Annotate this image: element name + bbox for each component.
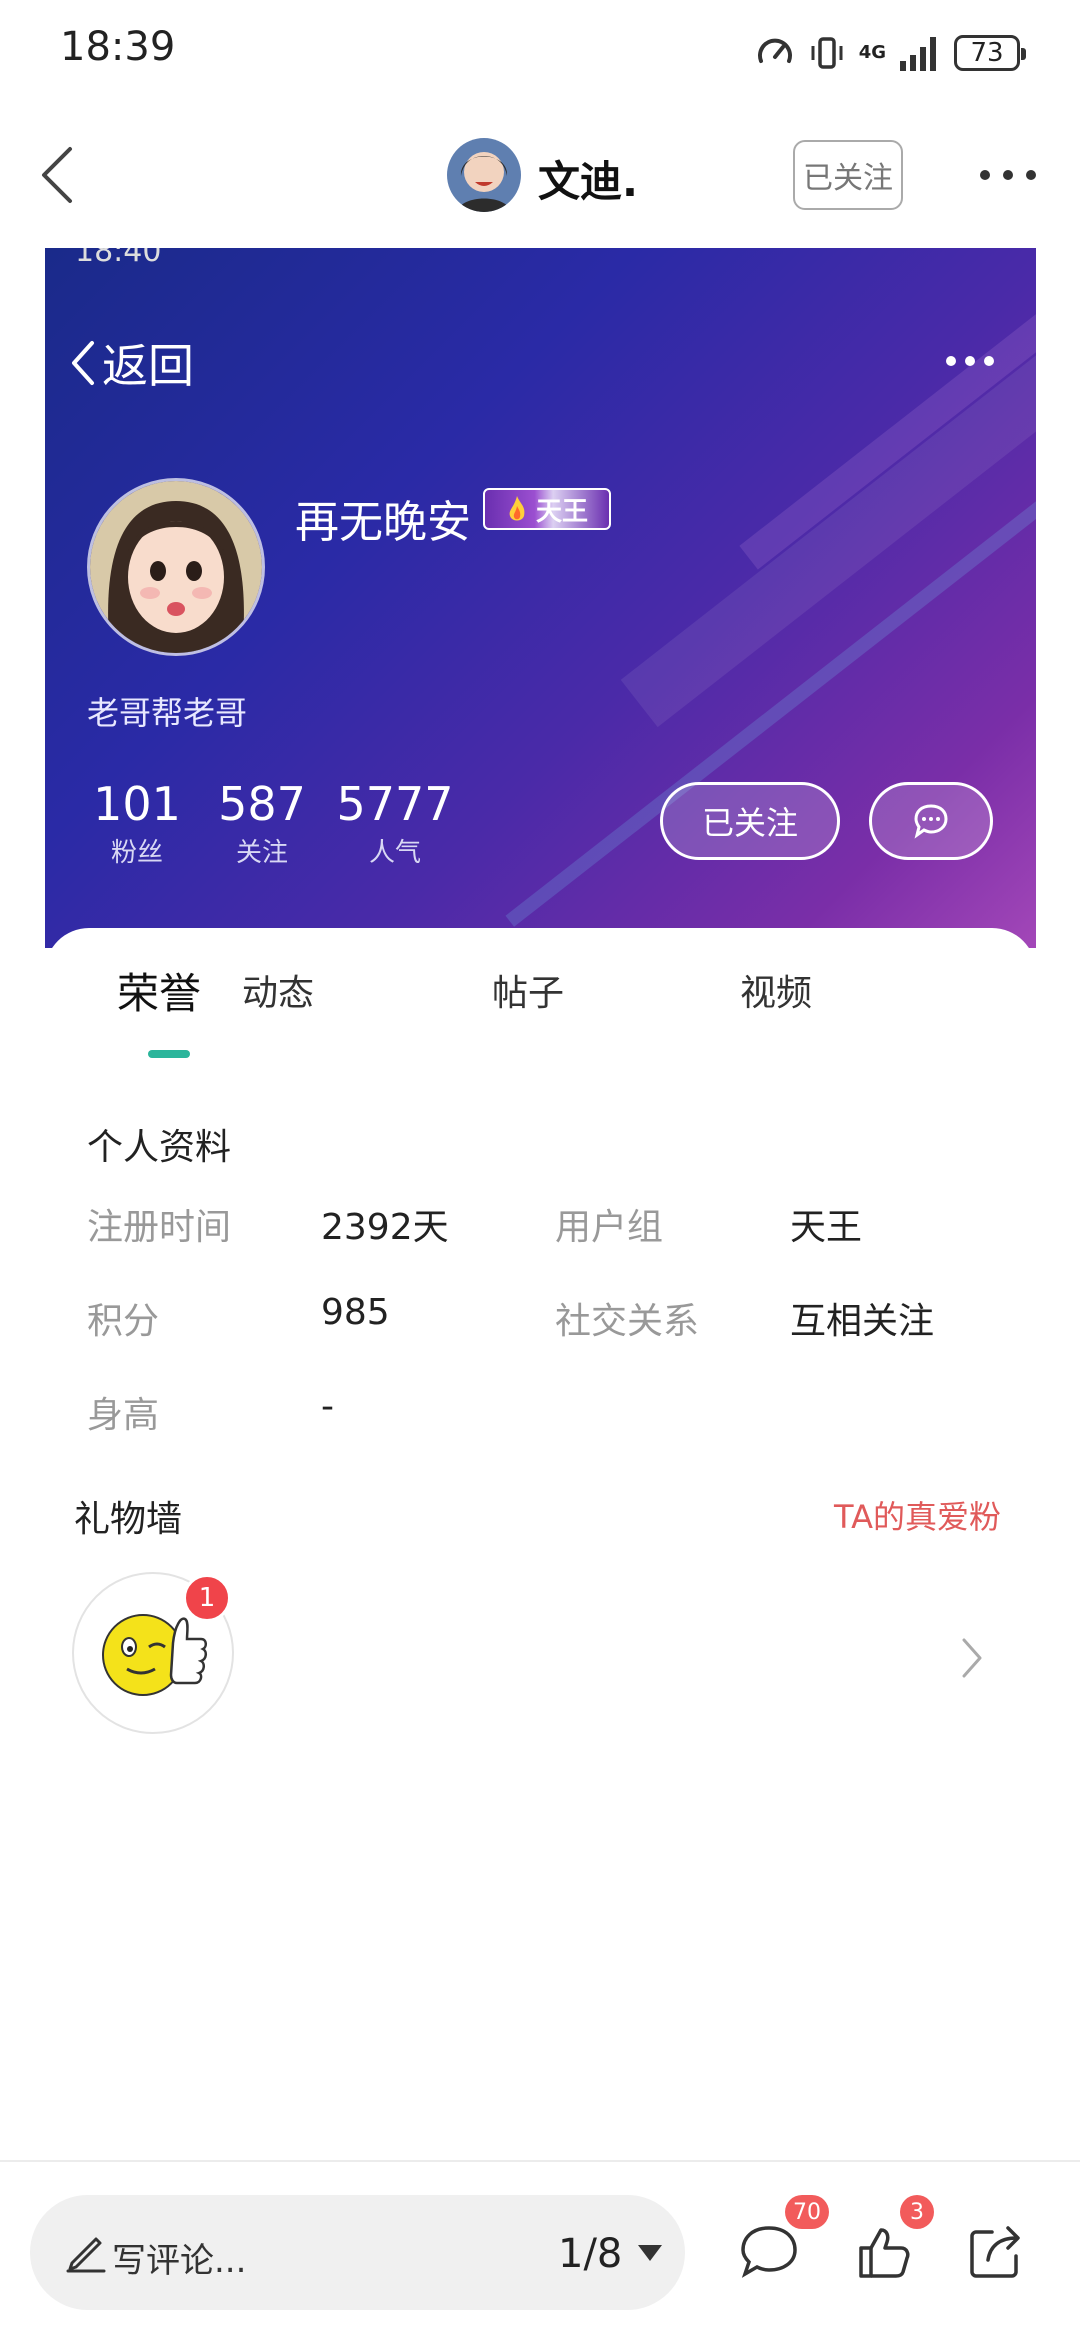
status-bar: 18:39 4G 73	[0, 0, 1080, 100]
stat-following: 587 关注	[207, 778, 317, 869]
message-button	[869, 782, 993, 860]
pen-icon	[66, 2237, 106, 2273]
more-dot	[946, 356, 956, 366]
info-value-group: 天王	[790, 1207, 863, 1248]
gift-wall-title: 礼物墙	[74, 1499, 183, 1540]
profile-name: 再无晚安	[295, 497, 471, 548]
more-icon[interactable]	[980, 160, 1036, 190]
inner-back-label: 返回	[102, 339, 194, 393]
stat-value: 587	[218, 777, 306, 831]
thumbs-up-emoji-icon	[102, 1614, 207, 1696]
profile-card: 荣誉 动态 帖子 视频	[45, 928, 1036, 1578]
profile-subtitle: 老哥帮老哥	[87, 694, 248, 732]
comment-placeholder: 写评论...	[112, 2241, 247, 2281]
post-image[interactable]: 18:40 返回 再无晚安 天王 老哥帮老哥 101 粉丝 587 关注 577…	[45, 248, 1036, 1578]
comment-count-badge: 70	[785, 2195, 829, 2229]
bottom-divider	[0, 2160, 1080, 2162]
avatar[interactable]	[447, 138, 521, 212]
page-indicator[interactable]: 1/8	[558, 2231, 622, 2277]
tab-posts: 帖子	[491, 973, 564, 1014]
stat-value: 5777	[336, 777, 454, 831]
info-label-relation: 社交关系	[555, 1301, 700, 1342]
more-dot	[980, 170, 990, 180]
personal-info-title: 个人资料	[87, 1127, 232, 1168]
profile-tabs: 荣誉 动态 帖子 视频	[45, 960, 1036, 1058]
stat-label: 人气	[368, 838, 421, 868]
stat-label: 关注	[235, 838, 288, 868]
status-time: 18:39	[60, 24, 176, 70]
share-icon	[970, 2226, 1020, 2278]
more-dot	[984, 356, 994, 366]
like-count-badge: 3	[900, 2195, 934, 2229]
gift-count-badge: 1	[183, 1574, 231, 1622]
stat-popularity: 5777 人气	[335, 778, 455, 869]
info-label-points: 积分	[87, 1301, 160, 1342]
info-label-register: 注册时间	[87, 1207, 232, 1248]
share-button[interactable]	[951, 2207, 1041, 2297]
chevron-left-icon	[42, 147, 72, 203]
rank-badge: 天王	[483, 488, 611, 530]
chevron-right-icon[interactable]	[952, 1628, 992, 1688]
inner-status-time: 18:40	[75, 248, 162, 269]
info-value-height: -	[321, 1386, 334, 1427]
rank-badge-label: 天王	[535, 496, 588, 527]
more-dot	[965, 356, 975, 366]
follow-button[interactable]: 已关注	[793, 140, 903, 210]
more-dot	[1026, 170, 1036, 180]
speedometer-icon	[757, 38, 792, 63]
info-value-points: 985	[321, 1292, 390, 1333]
status-icons: 4G 73	[755, 30, 1026, 76]
profile-avatar	[87, 478, 265, 656]
tab-activity: 动态	[241, 973, 314, 1014]
battery-icon: 73	[954, 35, 1026, 71]
info-value-relation: 互相关注	[790, 1301, 935, 1342]
profile-header: 18:40 返回 再无晚安 天王 老哥帮老哥 101 粉丝 587 关注 577…	[45, 248, 1036, 948]
info-value-register: 2392天	[321, 1207, 449, 1248]
more-dot	[1003, 170, 1013, 180]
thumbs-up-icon	[859, 2228, 910, 2278]
stat-label: 粉丝	[110, 838, 163, 868]
tab-videos: 视频	[739, 973, 812, 1014]
inner-back-button: 返回	[70, 330, 194, 396]
profile-avatar-image	[90, 481, 262, 653]
inner-more-icon	[946, 356, 994, 366]
stat-value: 101	[93, 777, 181, 831]
caret-down-icon[interactable]	[638, 2245, 662, 2261]
signal-icon	[900, 37, 936, 71]
chevron-right-svg	[962, 1638, 982, 1678]
chat-bubble-icon	[741, 2226, 797, 2278]
chevron-left-icon	[72, 341, 94, 385]
flame-icon	[509, 496, 525, 521]
back-button[interactable]	[22, 140, 92, 210]
fans-link[interactable]: TA的真爱粉	[834, 1492, 1001, 1538]
comment-input[interactable]: 写评论... 1/8	[30, 2195, 685, 2310]
chat-bubble-icon	[914, 804, 948, 839]
tab-underline	[148, 1050, 190, 1058]
stat-fans: 101 粉丝	[87, 778, 187, 869]
top-nav: 文迪. 已关注	[0, 110, 1080, 240]
vibrate-icon	[811, 37, 843, 69]
battery-level: 73	[970, 38, 1004, 68]
info-label-group: 用户组	[555, 1207, 664, 1248]
avatar-image	[447, 138, 521, 212]
info-label-height: 身高	[87, 1395, 160, 1436]
page-title: 文迪.	[538, 157, 638, 206]
network-label: 4G	[858, 42, 886, 63]
profile-follow-button: 已关注	[660, 782, 840, 860]
